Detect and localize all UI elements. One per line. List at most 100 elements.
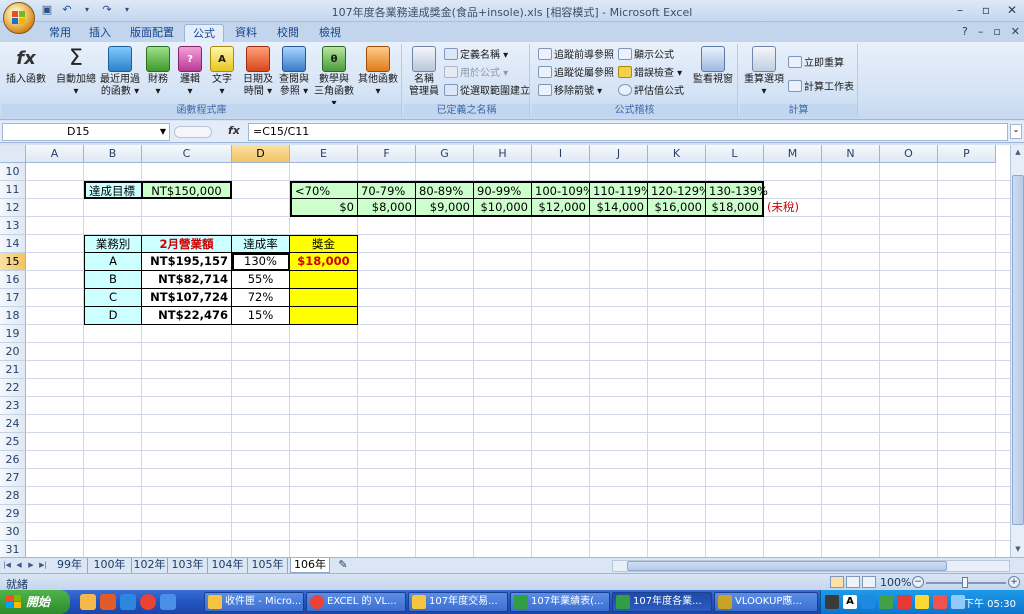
tier-range[interactable]: 130-139% — [706, 181, 768, 199]
watch-window-button[interactable]: 監看視窗 — [690, 46, 736, 86]
staff-name[interactable]: D — [84, 307, 142, 325]
column-header-p[interactable]: P — [938, 145, 996, 163]
tier-range[interactable]: 100-109% — [532, 181, 594, 199]
tray-network-icon[interactable] — [879, 595, 893, 609]
tray-volume-icon[interactable] — [951, 595, 965, 609]
staff-name[interactable]: A — [84, 253, 142, 271]
tier-range[interactable]: 70-79% — [358, 181, 416, 199]
column-header-i[interactable]: I — [532, 145, 590, 163]
tier-bonus[interactable]: $8,000 — [358, 199, 416, 217]
column-header-n[interactable]: N — [822, 145, 880, 163]
define-name-button[interactable]: 定義名稱 ▾ — [444, 48, 508, 63]
staff-sales[interactable]: NT$22,476 — [142, 307, 232, 325]
first-sheet-icon[interactable]: |◀ — [2, 559, 12, 572]
select-all-corner[interactable] — [0, 145, 26, 163]
zoom-slider[interactable] — [926, 577, 1006, 588]
next-sheet-icon[interactable]: ▶ — [26, 559, 36, 572]
quicklaunch-app-icon[interactable] — [80, 594, 96, 610]
tray-security-icon[interactable] — [897, 595, 911, 609]
sheet-tab-104[interactable]: 104年 — [208, 558, 248, 573]
row-header-16[interactable]: 16 — [0, 271, 26, 289]
date-time-button[interactable]: 日期及 時間 ▾ — [240, 46, 276, 98]
task-chrome[interactable]: EXCEL 的 VL... — [306, 592, 406, 612]
zoom-out-icon[interactable]: − — [912, 576, 924, 588]
tab-page-layout[interactable]: 版面配置 — [124, 24, 180, 42]
staff-bonus[interactable] — [290, 289, 358, 307]
quicklaunch-arrow-icon[interactable] — [160, 594, 176, 610]
target-value[interactable]: NT$150,000 — [142, 181, 232, 199]
quicklaunch-media-icon[interactable] — [100, 594, 116, 610]
task-excel-2[interactable]: 107年度各業... — [612, 592, 712, 612]
remove-arrows-button[interactable]: 移除箭號 ▾ — [538, 84, 602, 99]
error-checking-button[interactable]: 錯誤檢查 ▾ — [618, 66, 682, 81]
doc-close-icon[interactable]: ✕ — [1011, 25, 1020, 38]
show-formulas-button[interactable]: 顯示公式 — [618, 48, 674, 63]
column-header-l[interactable]: L — [706, 145, 764, 163]
name-box[interactable]: D15 ▼ — [2, 123, 170, 141]
row-header-24[interactable]: 24 — [0, 415, 26, 433]
task-outlook[interactable]: 收件匣 - Micro... — [204, 592, 304, 612]
column-header-m[interactable]: M — [764, 145, 822, 163]
row-header-21[interactable]: 21 — [0, 361, 26, 379]
tier-range[interactable]: <70% — [290, 181, 358, 199]
tab-formulas[interactable]: 公式 — [184, 24, 224, 42]
row-header-28[interactable]: 28 — [0, 487, 26, 505]
page-break-view-icon[interactable] — [862, 576, 876, 588]
financial-button[interactable]: 財務 ▾ — [144, 46, 172, 98]
sheet-tab-106[interactable]: 106年 — [290, 558, 330, 573]
staff-rate[interactable]: 15% — [232, 307, 290, 325]
tier-range[interactable]: 110-119% — [590, 181, 652, 199]
lookup-reference-button[interactable]: 查閱與 參照 ▾ — [276, 46, 312, 98]
task-vlookup[interactable]: VLOOKUP應... — [714, 592, 818, 612]
row-header-26[interactable]: 26 — [0, 451, 26, 469]
name-manager-button[interactable]: 名稱 管理員 — [406, 46, 442, 98]
logical-button[interactable]: ? 邏輯 ▾ — [176, 46, 204, 98]
tier-range[interactable]: 120-129% — [648, 181, 710, 199]
row-header-19[interactable]: 19 — [0, 325, 26, 343]
calculation-options-button[interactable]: 重算選項 ▾ — [742, 46, 786, 98]
row-header-31[interactable]: 31 — [0, 541, 26, 557]
staff-sales[interactable]: NT$107,724 — [142, 289, 232, 307]
formula-cancel-enter-icon[interactable] — [174, 126, 212, 138]
tier-bonus[interactable]: $12,000 — [532, 199, 590, 217]
header-bonus[interactable]: 獎金 — [290, 235, 358, 253]
tray-app-icon[interactable] — [861, 595, 875, 609]
tray-keyboard-icon[interactable] — [825, 595, 839, 609]
zoom-level[interactable]: 100% — [880, 576, 911, 589]
calculate-sheet-button[interactable]: 計算工作表 — [788, 80, 854, 95]
tray-alert-icon[interactable] — [933, 595, 947, 609]
row-header-27[interactable]: 27 — [0, 469, 26, 487]
staff-bonus[interactable] — [290, 271, 358, 289]
close-icon[interactable]: ✕ — [1004, 2, 1020, 18]
column-header-d[interactable]: D — [232, 145, 290, 163]
sheet-tab-105[interactable]: 105年 — [248, 558, 288, 573]
tier-bonus[interactable]: $9,000 — [416, 199, 474, 217]
minimize-icon[interactable]: – — [952, 2, 968, 18]
row-header-20[interactable]: 20 — [0, 343, 26, 361]
tray-ime-icon[interactable]: A — [843, 595, 857, 609]
row-header-11[interactable]: 11 — [0, 181, 26, 199]
sheet-tab-103[interactable]: 103年 — [168, 558, 208, 573]
page-layout-view-icon[interactable] — [846, 576, 860, 588]
row-header-29[interactable]: 29 — [0, 505, 26, 523]
tab-data[interactable]: 資料 — [228, 24, 264, 42]
row-header-10[interactable]: 10 — [0, 163, 26, 181]
sheet-tab-100[interactable]: 100年 — [88, 558, 132, 573]
evaluate-formula-button[interactable]: 評估值公式 — [618, 84, 684, 99]
header-rate[interactable]: 達成率 — [232, 235, 290, 253]
prev-sheet-icon[interactable]: ◀ — [14, 559, 24, 572]
last-sheet-icon[interactable]: ▶| — [38, 559, 48, 572]
doc-minimize-icon[interactable]: – — [978, 25, 984, 38]
header-sales[interactable]: 2月營業額 — [142, 235, 232, 253]
tier-bonus[interactable]: $10,000 — [474, 199, 532, 217]
row-header-12[interactable]: 12 — [0, 199, 26, 217]
task-excel-1[interactable]: 107年業績表(... — [510, 592, 610, 612]
column-header-b[interactable]: B — [84, 145, 142, 163]
insert-sheet-icon[interactable]: ✎ — [332, 558, 354, 573]
tab-home[interactable]: 常用 — [40, 24, 80, 42]
doc-restore-icon[interactable]: ▫ — [993, 25, 1000, 38]
tab-view[interactable]: 檢視 — [312, 24, 348, 42]
staff-bonus[interactable]: $18,000 — [290, 253, 358, 271]
staff-bonus[interactable] — [290, 307, 358, 325]
zoom-in-icon[interactable]: + — [1008, 576, 1020, 588]
